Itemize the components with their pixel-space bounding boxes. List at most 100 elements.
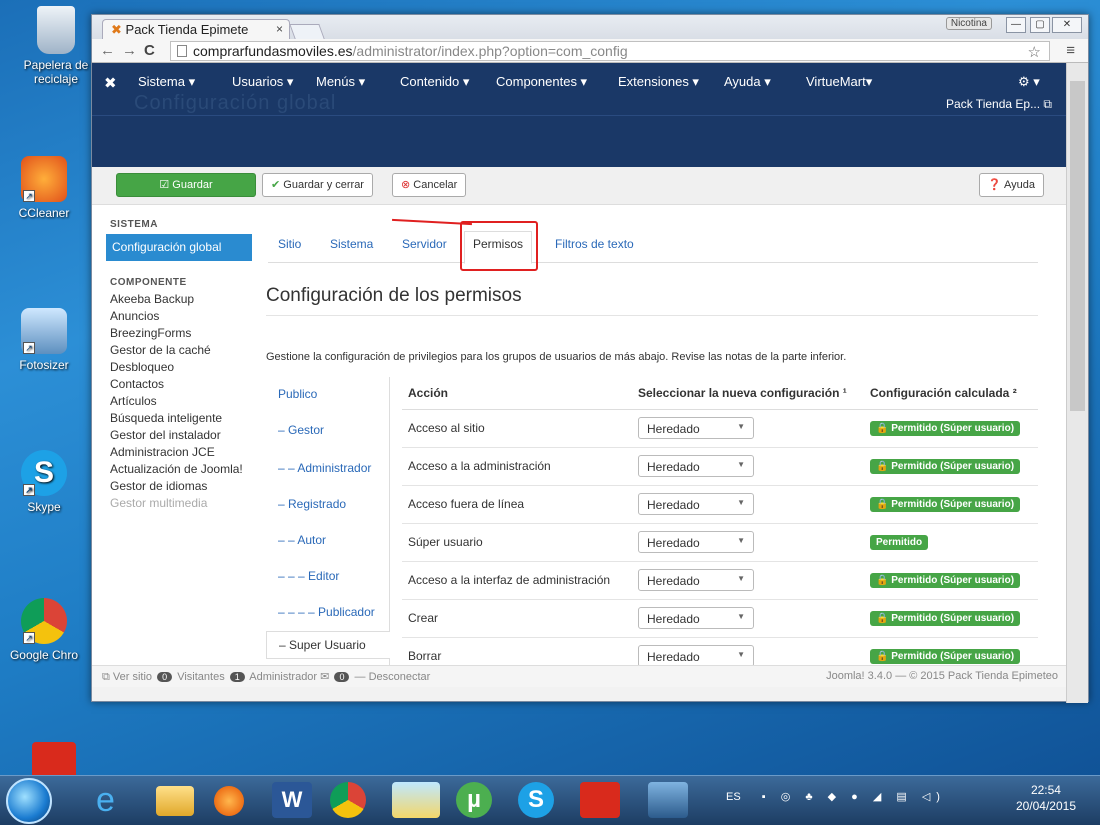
group-item[interactable]: – Registrado: [278, 497, 346, 511]
group-item[interactable]: – Gestor: [278, 423, 324, 437]
desktop-icon-label: Google Chro: [9, 648, 79, 662]
settings-gear-icon[interactable]: ⚙ ▾: [1018, 74, 1040, 90]
close-window-button[interactable]: ✕: [1052, 17, 1082, 33]
menu-sistema[interactable]: Sistema ▾: [138, 74, 195, 90]
group-item[interactable]: – – Administrador: [278, 461, 371, 475]
sidebar-item[interactable]: Contactos: [110, 377, 252, 392]
setting-select[interactable]: Heredado ▼: [638, 645, 754, 665]
view-site-link[interactable]: ⧉ Ver sitio: [102, 671, 152, 683]
setting-select[interactable]: Heredado ▼: [638, 531, 754, 553]
word-icon[interactable]: W: [272, 782, 312, 818]
logout-link[interactable]: — Desconectar: [355, 671, 431, 683]
scrollbar-thumb[interactable]: [1070, 81, 1085, 411]
tab-filtros[interactable]: Filtros de texto: [555, 237, 634, 251]
select-value: Heredado: [647, 650, 700, 664]
chrome-taskbar-icon[interactable]: [330, 782, 366, 818]
close-tab-icon[interactable]: ×: [276, 22, 283, 36]
bookmark-star-icon[interactable]: ☆: [1028, 43, 1041, 61]
minimize-button[interactable]: —: [1006, 17, 1026, 33]
select-value: Heredado: [647, 460, 700, 474]
skype-taskbar-icon[interactable]: S: [518, 782, 554, 818]
desktop-icon-fotosizer[interactable]: ↗ Fotosizer: [0, 308, 88, 372]
sidebar-item[interactable]: Actualización de Joomla!: [110, 462, 252, 477]
start-button[interactable]: [6, 778, 52, 824]
page-scrollbar[interactable]: [1066, 63, 1088, 703]
setting-select[interactable]: Heredado ▼: [638, 607, 754, 629]
recycle-bin-icon: [37, 6, 75, 54]
adobe-cc-taskbar-icon[interactable]: [580, 782, 620, 818]
tab-servidor[interactable]: Servidor: [402, 237, 447, 251]
utorrent-icon[interactable]: µ: [456, 782, 492, 818]
group-item[interactable]: – – – – Publicador: [278, 605, 375, 619]
sidebar-item[interactable]: Búsqueda inteligente: [110, 411, 252, 426]
ie-icon[interactable]: e: [96, 782, 136, 818]
logout-label: Desconectar: [368, 671, 431, 683]
menu-extensiones[interactable]: Extensiones ▾: [618, 74, 699, 90]
status-badge-text: Permitido (Súper usuario): [891, 461, 1015, 472]
sidebar-item[interactable]: Gestor de idiomas: [110, 479, 252, 494]
help-button[interactable]: ❓ Ayuda: [978, 173, 1044, 197]
group-item[interactable]: – – Autor: [278, 533, 326, 547]
sidebar-item-global-config[interactable]: Configuración global: [106, 234, 252, 261]
calc-cell: 🔒 Permitido (Súper usuario): [864, 599, 1038, 638]
group-item[interactable]: Publico: [278, 387, 317, 401]
sidebar-item[interactable]: Gestor de la caché: [110, 343, 252, 358]
tab-sistema[interactable]: Sistema: [330, 237, 373, 251]
sidebar-item[interactable]: Desbloqueo: [110, 360, 252, 375]
sidebar-item[interactable]: Gestor del instalador: [110, 428, 252, 443]
address-bar: ← → C comprarfundasmoviles.es/administra…: [92, 39, 1088, 63]
menu-componentes[interactable]: Componentes ▾: [496, 74, 587, 90]
desktop-icon-recycle-bin[interactable]: Papelera de reciclaje: [12, 6, 100, 86]
menu-virtuemart[interactable]: VirtueMart▾: [806, 74, 872, 90]
setting-select[interactable]: Heredado ▼: [638, 569, 754, 591]
setting-select[interactable]: Heredado ▼: [638, 455, 754, 477]
tab-sitio[interactable]: Sitio: [278, 237, 301, 251]
select-value: Heredado: [647, 574, 700, 588]
sidebar-item[interactable]: Gestor multimedia: [110, 496, 252, 511]
menu-contenido[interactable]: Contenido ▾: [400, 74, 469, 90]
reload-icon[interactable]: C: [144, 42, 155, 59]
forward-icon[interactable]: →: [122, 42, 137, 59]
sidebar-item[interactable]: Artículos: [110, 394, 252, 409]
visitors-count: 0: [157, 672, 173, 682]
visitors-label: Visitantes: [177, 671, 225, 683]
setting-select[interactable]: Heredado ▼: [638, 417, 754, 439]
group-item[interactable]: – – – Editor: [278, 569, 339, 583]
site-link[interactable]: Pack Tienda Ep... ⧉: [946, 97, 1052, 112]
adobe-cc-icon[interactable]: [32, 742, 76, 776]
back-icon[interactable]: ←: [100, 42, 115, 59]
system-clock[interactable]: 22:54 20/04/2015: [1016, 782, 1076, 814]
desktop-icon-chrome[interactable]: ↗ Google Chro: [0, 598, 88, 662]
joomla-logo-icon[interactable]: ✖: [104, 74, 117, 92]
cancel-button[interactable]: ⊗ Cancelar: [392, 173, 467, 197]
url-input[interactable]: comprarfundasmoviles.es/administrator/in…: [170, 41, 1075, 61]
user-badge[interactable]: Nicotina: [945, 17, 992, 30]
menu-ayuda[interactable]: Ayuda ▾: [724, 74, 771, 90]
lock-icon: 🔒: [876, 575, 889, 586]
app-folder-icon[interactable]: [392, 782, 440, 818]
chrome-menu-icon[interactable]: ≡: [1066, 42, 1075, 59]
sidebar-item[interactable]: Anuncios: [110, 309, 252, 324]
help-icon: ❓: [987, 179, 1002, 191]
config-tabs: Sitio Sistema Servidor Permisos Filtros …: [268, 227, 1038, 264]
browser-tab[interactable]: ✖ Pack Tienda Epimete ×: [102, 19, 290, 39]
group-item-selected[interactable]: – Super Usuario: [266, 631, 390, 659]
sidebar-item[interactable]: Administracion JCE: [110, 445, 252, 460]
desktop-icon-skype[interactable]: S ↗ Skype: [0, 450, 88, 514]
network-app-icon[interactable]: [648, 782, 688, 818]
maximize-button[interactable]: ▢: [1030, 17, 1050, 33]
menu-menus[interactable]: Menús ▾: [316, 74, 365, 90]
explorer-folder-icon[interactable]: [156, 786, 194, 816]
desktop-icon-ccleaner[interactable]: ↗ CCleaner: [0, 156, 88, 220]
menu-usuarios[interactable]: Usuarios ▾: [232, 74, 293, 90]
new-tab-button[interactable]: [289, 24, 325, 39]
sidebar-item[interactable]: BreezingForms: [110, 326, 252, 341]
language-indicator[interactable]: ES: [726, 791, 741, 803]
mail-icon[interactable]: ✉: [320, 671, 329, 683]
save-button[interactable]: ☑ Guardar: [116, 173, 256, 197]
save-close-button[interactable]: ✔ Guardar y cerrar: [262, 173, 373, 197]
media-player-icon[interactable]: [214, 786, 244, 816]
setting-select[interactable]: Heredado ▼: [638, 493, 754, 515]
sidebar-item[interactable]: Akeeba Backup: [110, 292, 252, 307]
tray-icons[interactable]: ▪ ◎ ♣ ◆ ● ◢ ▤ ◁): [762, 791, 946, 803]
